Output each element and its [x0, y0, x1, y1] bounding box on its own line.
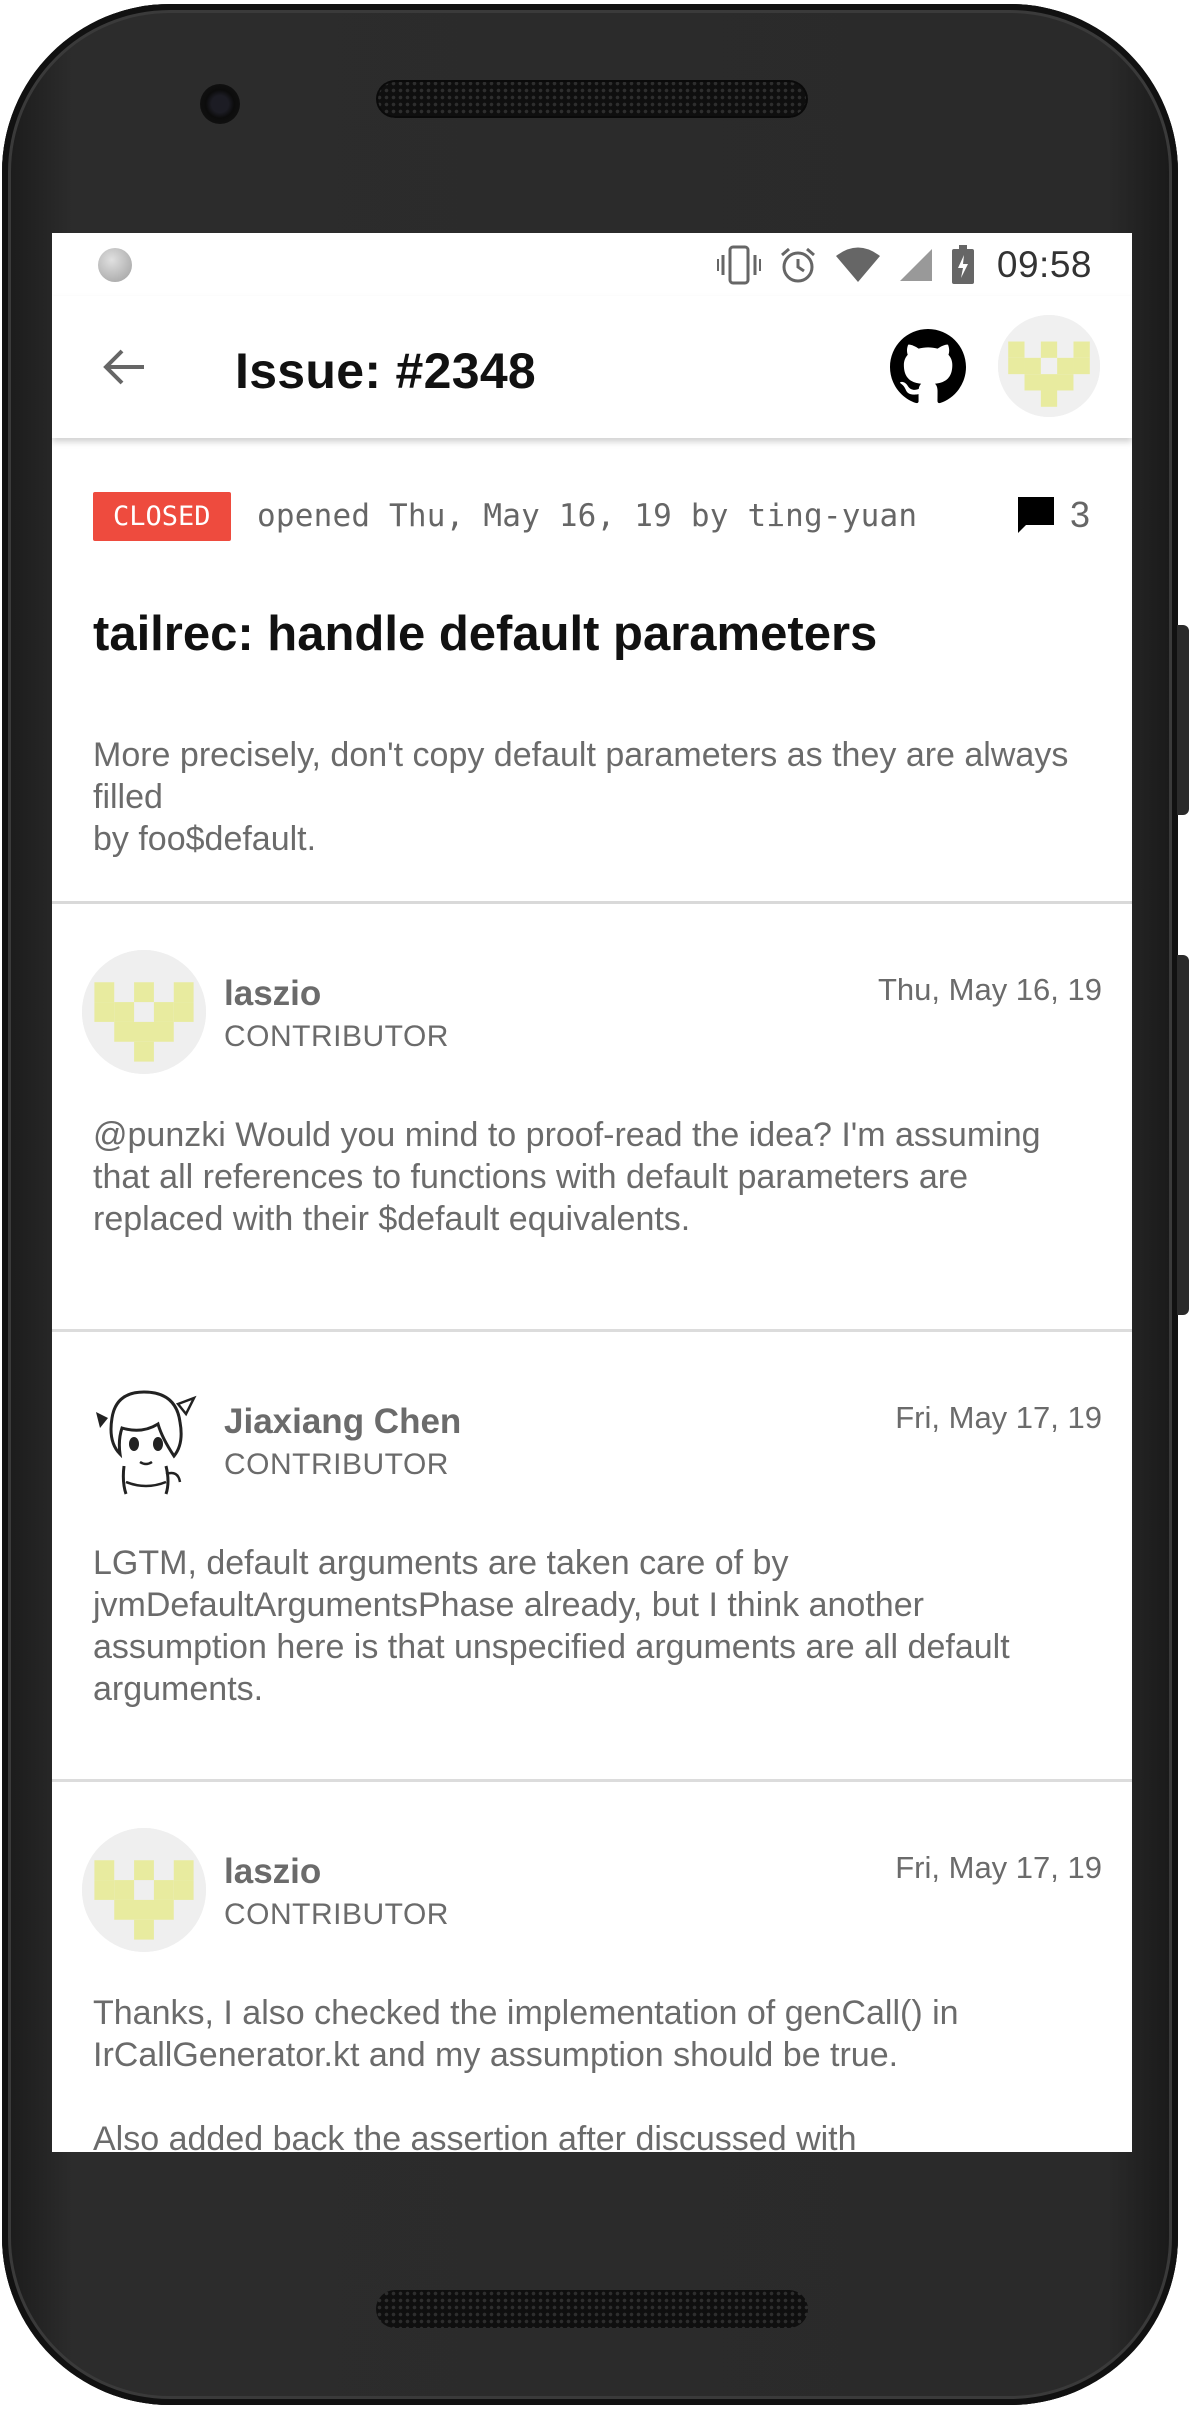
- user-avatar[interactable]: [998, 315, 1100, 417]
- bottom-speaker: [376, 2290, 808, 2328]
- github-icon: [890, 329, 966, 404]
- comment-item: Jiaxiang Chen CONTRIBUTOR Fri, May 17, 1…: [52, 1332, 1132, 1782]
- author-role: CONTRIBUTOR: [224, 1898, 449, 1931]
- comment-author[interactable]: laszio: [224, 1852, 321, 1892]
- power-button: [1177, 625, 1189, 815]
- front-camera: [200, 84, 240, 124]
- identicon: [82, 1828, 206, 1952]
- issue-opened-info: opened Thu, May 16, 19 by ting-yuan: [257, 498, 918, 534]
- identicon: [998, 315, 1100, 417]
- comment-icon: [1017, 497, 1054, 533]
- comment-date: Fri, May 17, 19: [895, 1400, 1102, 1435]
- issue-content: CLOSED opened Thu, May 16, 19 by ting-yu…: [52, 438, 1132, 2152]
- issue-body: More precisely, don't copy default param…: [93, 736, 1069, 858]
- status-time: 09:58: [996, 243, 1092, 285]
- issue-title: tailrec: handle default parameters: [93, 607, 878, 661]
- volume-button: [1177, 955, 1189, 1315]
- identicon: [82, 950, 206, 1074]
- comment-count-value: 3: [1069, 494, 1090, 535]
- author-role: CONTRIBUTOR: [224, 1448, 449, 1481]
- notification-dot-icon: [98, 248, 132, 282]
- comment-item: laszio CONTRIBUTOR Fri, May 17, 19 Thank…: [52, 1782, 1132, 2152]
- comment-date: Thu, May 16, 19: [877, 972, 1102, 1007]
- comment-count: 3: [1016, 494, 1090, 536]
- anime-avatar-icon: [82, 1378, 206, 1502]
- wifi-icon: [835, 247, 881, 283]
- comment-item: laszio CONTRIBUTOR Thu, May 16, 19 @punz…: [52, 904, 1132, 1332]
- avatar[interactable]: [82, 950, 206, 1074]
- arrow-back-icon: [103, 349, 144, 385]
- vibrate-icon: [716, 245, 761, 285]
- app-toolbar: Issue: #2348: [52, 296, 1132, 438]
- screen: 09:58 Issue: #2348 CLOSED opened Thu, Ma…: [52, 233, 1132, 2152]
- status-bar: 09:58: [52, 233, 1132, 296]
- comment-date: Fri, May 17, 19: [895, 1850, 1102, 1885]
- comment-author[interactable]: laszio: [224, 974, 321, 1014]
- battery-icon: [951, 244, 975, 285]
- comment-author[interactable]: Jiaxiang Chen: [224, 1402, 461, 1442]
- author-role: CONTRIBUTOR: [224, 1020, 449, 1053]
- comment-body: @punzki Would you mind to proof-read the…: [93, 1116, 1041, 1238]
- alarm-icon: [779, 246, 817, 284]
- earpiece-speaker: [376, 80, 808, 118]
- avatar[interactable]: [82, 1828, 206, 1952]
- issue-header: CLOSED opened Thu, May 16, 19 by ting-yu…: [52, 438, 1132, 904]
- github-button[interactable]: [890, 329, 966, 405]
- status-badge: CLOSED: [93, 492, 231, 541]
- page-title: Issue: #2348: [235, 343, 537, 399]
- signal-icon: [899, 248, 933, 282]
- back-button[interactable]: [96, 339, 152, 395]
- avatar[interactable]: [82, 1378, 206, 1502]
- comment-body: Thanks, I also checked the implementatio…: [93, 1994, 959, 2152]
- comment-body: LGTM, default arguments are taken care o…: [93, 1544, 1010, 1708]
- status-icons: 09:58: [716, 233, 1132, 296]
